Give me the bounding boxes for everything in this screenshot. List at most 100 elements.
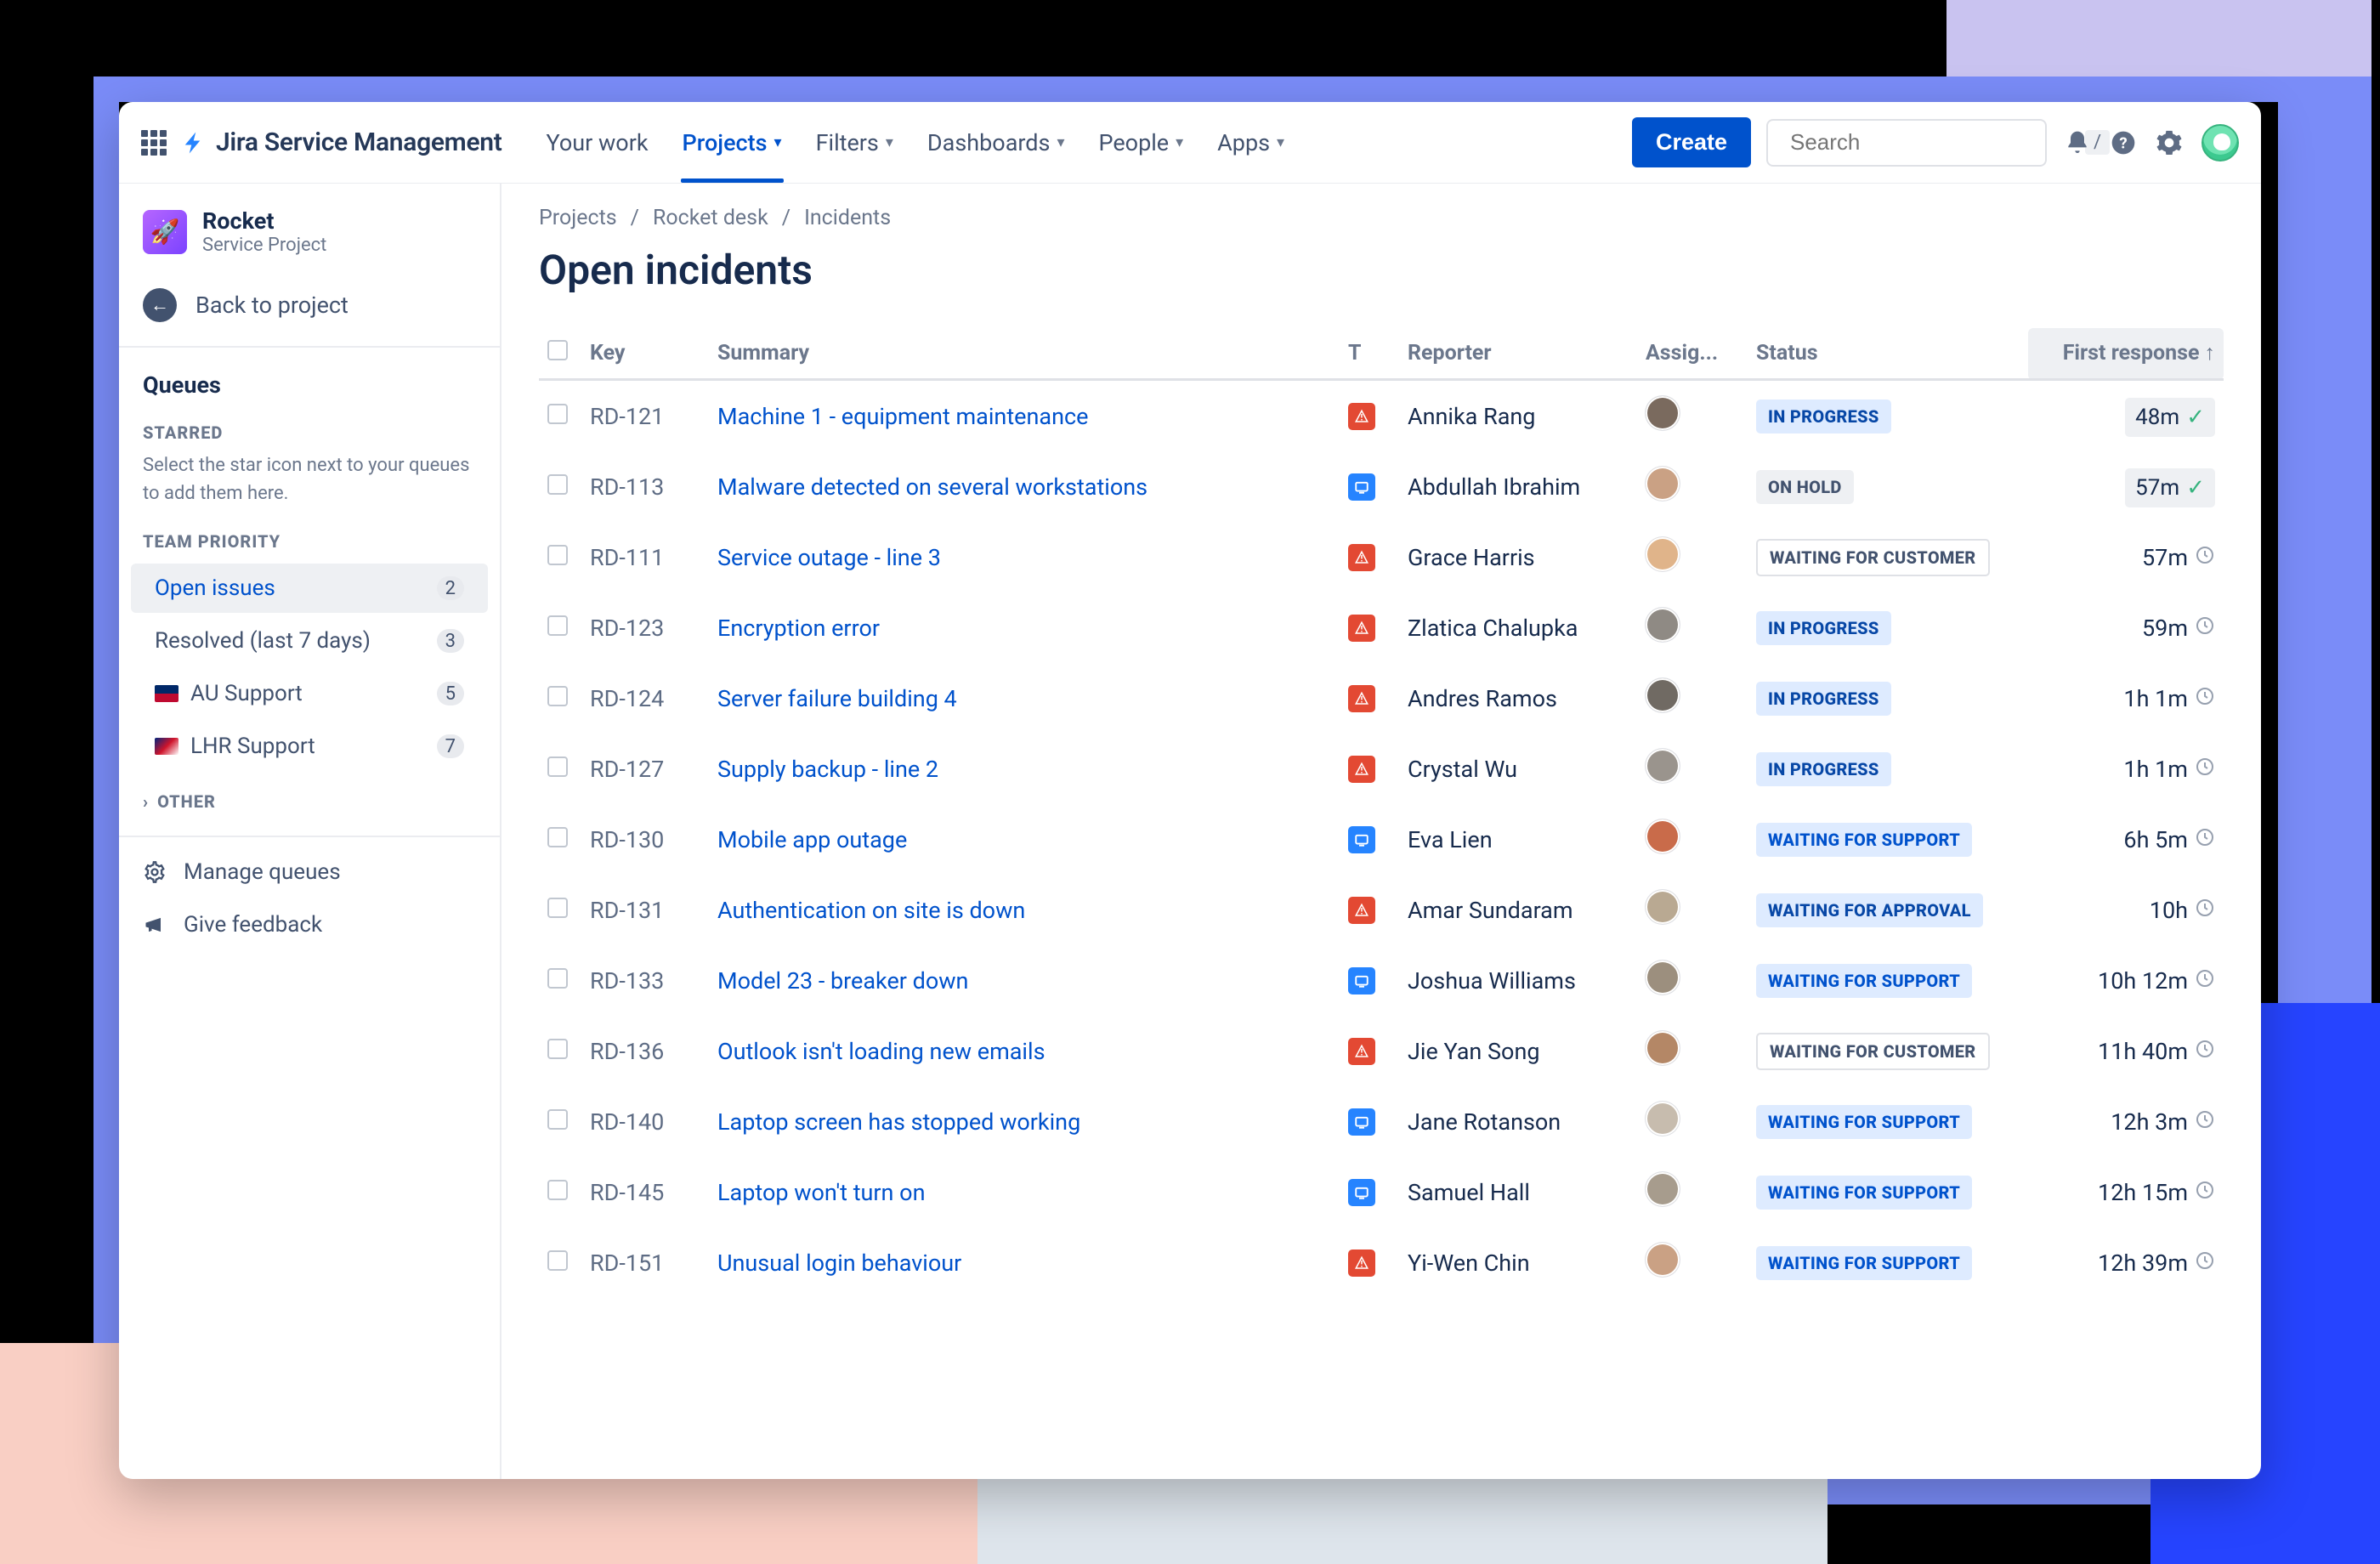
status-badge[interactable]: IN PROGRESS [1756,611,1891,645]
table-row[interactable]: RD-127 Supply backup - line 2 Crystal Wu… [539,734,2224,804]
queue-item[interactable]: Open issues2 [131,564,488,613]
issue-key[interactable]: RD-145 [581,1157,709,1227]
status-badge[interactable]: WAITING FOR SUPPORT [1756,964,1972,998]
queue-item[interactable]: LHR Support7 [131,722,488,771]
issue-summary[interactable]: Server failure building 4 [709,663,1340,734]
assignee-avatar[interactable] [1646,1031,1680,1065]
table-row[interactable]: RD-145 Laptop won't turn on Samuel Hall … [539,1157,2224,1227]
issue-key[interactable]: RD-130 [581,804,709,875]
app-switcher-icon[interactable] [141,130,167,156]
row-checkbox[interactable] [547,898,568,918]
status-badge[interactable]: IN PROGRESS [1756,682,1891,716]
table-row[interactable]: RD-130 Mobile app outage Eva Lien WAITIN… [539,804,2224,875]
issue-key[interactable]: RD-124 [581,663,709,734]
row-checkbox[interactable] [547,1250,568,1271]
issue-key[interactable]: RD-140 [581,1086,709,1157]
status-badge[interactable]: WAITING FOR SUPPORT [1756,1176,1972,1210]
gear-icon[interactable] [2156,129,2183,156]
issue-summary[interactable]: Mobile app outage [709,804,1340,875]
crumb-incidents[interactable]: Incidents [804,206,891,230]
row-checkbox[interactable] [547,404,568,424]
back-to-project[interactable]: ← Back to project [119,275,500,348]
col-select[interactable] [539,328,581,380]
nav-your-work[interactable]: Your work [530,102,666,183]
issue-key[interactable]: RD-127 [581,734,709,804]
issue-key[interactable]: RD-123 [581,592,709,663]
col-type[interactable]: T [1340,328,1399,380]
assignee-avatar[interactable] [1646,960,1680,994]
status-badge[interactable]: WAITING FOR SUPPORT [1756,1246,1972,1280]
issue-summary[interactable]: Laptop screen has stopped working [709,1086,1340,1157]
issue-summary[interactable]: Encryption error [709,592,1340,663]
issue-summary[interactable]: Model 23 - breaker down [709,945,1340,1016]
row-checkbox[interactable] [547,968,568,989]
row-checkbox[interactable] [547,756,568,777]
bell-icon[interactable] [2064,129,2091,156]
row-checkbox[interactable] [547,827,568,847]
row-checkbox[interactable] [547,686,568,706]
issue-key[interactable]: RD-136 [581,1016,709,1086]
crumb-projects[interactable]: Projects [539,206,617,230]
user-avatar[interactable] [2202,124,2239,162]
assignee-avatar[interactable] [1646,1243,1680,1277]
issue-summary[interactable]: Malware detected on several workstations [709,451,1340,522]
help-icon[interactable]: ? [2110,129,2137,156]
issue-summary[interactable]: Service outage - line 3 [709,522,1340,592]
col-reporter[interactable]: Reporter [1399,328,1637,380]
row-checkbox[interactable] [547,1109,568,1130]
assignee-avatar[interactable] [1646,1102,1680,1136]
col-first-response[interactable]: First response↑ [2028,328,2224,380]
other-toggle[interactable]: › OTHER [119,774,500,829]
row-checkbox[interactable] [547,615,568,636]
assignee-avatar[interactable] [1646,396,1680,430]
assignee-avatar[interactable] [1646,678,1680,712]
table-row[interactable]: RD-136 Outlook isn't loading new emails … [539,1016,2224,1086]
issue-key[interactable]: RD-131 [581,875,709,945]
status-badge[interactable]: WAITING FOR SUPPORT [1756,1105,1972,1139]
table-row[interactable]: RD-123 Encryption error Zlatica Chalupka… [539,592,2224,663]
issue-summary[interactable]: Unusual login behaviour [709,1227,1340,1298]
col-key[interactable]: Key [581,328,709,380]
row-checkbox[interactable] [547,474,568,495]
assignee-avatar[interactable] [1646,819,1680,853]
status-badge[interactable]: IN PROGRESS [1756,400,1891,434]
nav-filters[interactable]: Filters▾ [799,102,910,183]
status-badge[interactable]: WAITING FOR CUSTOMER [1756,1033,1990,1070]
crumb-desk[interactable]: Rocket desk [653,206,768,230]
table-row[interactable]: RD-133 Model 23 - breaker down Joshua Wi… [539,945,2224,1016]
table-row[interactable]: RD-151 Unusual login behaviour Yi-Wen Ch… [539,1227,2224,1298]
nav-people[interactable]: People▾ [1082,102,1201,183]
col-status[interactable]: Status [1748,328,2028,380]
issue-summary[interactable]: Authentication on site is down [709,875,1340,945]
table-row[interactable]: RD-131 Authentication on site is down Am… [539,875,2224,945]
issue-key[interactable]: RD-133 [581,945,709,1016]
assignee-avatar[interactable] [1646,537,1680,571]
status-badge[interactable]: IN PROGRESS [1756,752,1891,786]
table-row[interactable]: RD-113 Malware detected on several works… [539,451,2224,522]
issue-summary[interactable]: Supply backup - line 2 [709,734,1340,804]
issue-key[interactable]: RD-113 [581,451,709,522]
status-badge[interactable]: WAITING FOR SUPPORT [1756,823,1972,857]
nav-projects[interactable]: Projects▾ [666,102,799,183]
create-button[interactable]: Create [1632,117,1751,167]
issue-summary[interactable]: Machine 1 - equipment maintenance [709,380,1340,452]
search-box[interactable]: / [1766,119,2047,167]
assignee-avatar[interactable] [1646,749,1680,783]
nav-apps[interactable]: Apps▾ [1200,102,1301,183]
table-row[interactable]: RD-124 Server failure building 4 Andres … [539,663,2224,734]
table-row[interactable]: RD-121 Machine 1 - equipment maintenance… [539,380,2224,452]
table-row[interactable]: RD-140 Laptop screen has stopped working… [539,1086,2224,1157]
col-assignee[interactable]: Assig... [1637,328,1748,380]
assignee-avatar[interactable] [1646,608,1680,642]
row-checkbox[interactable] [547,1180,568,1200]
status-badge[interactable]: ON HOLD [1756,470,1854,504]
queue-item[interactable]: Resolved (last 7 days)3 [131,616,488,666]
issue-key[interactable]: RD-111 [581,522,709,592]
assignee-avatar[interactable] [1646,467,1680,501]
col-summary[interactable]: Summary [709,328,1340,380]
issue-summary[interactable]: Outlook isn't loading new emails [709,1016,1340,1086]
queue-item[interactable]: AU Support5 [131,669,488,718]
give-feedback[interactable]: Give feedback [119,898,500,951]
issue-key[interactable]: RD-151 [581,1227,709,1298]
assignee-avatar[interactable] [1646,1172,1680,1206]
